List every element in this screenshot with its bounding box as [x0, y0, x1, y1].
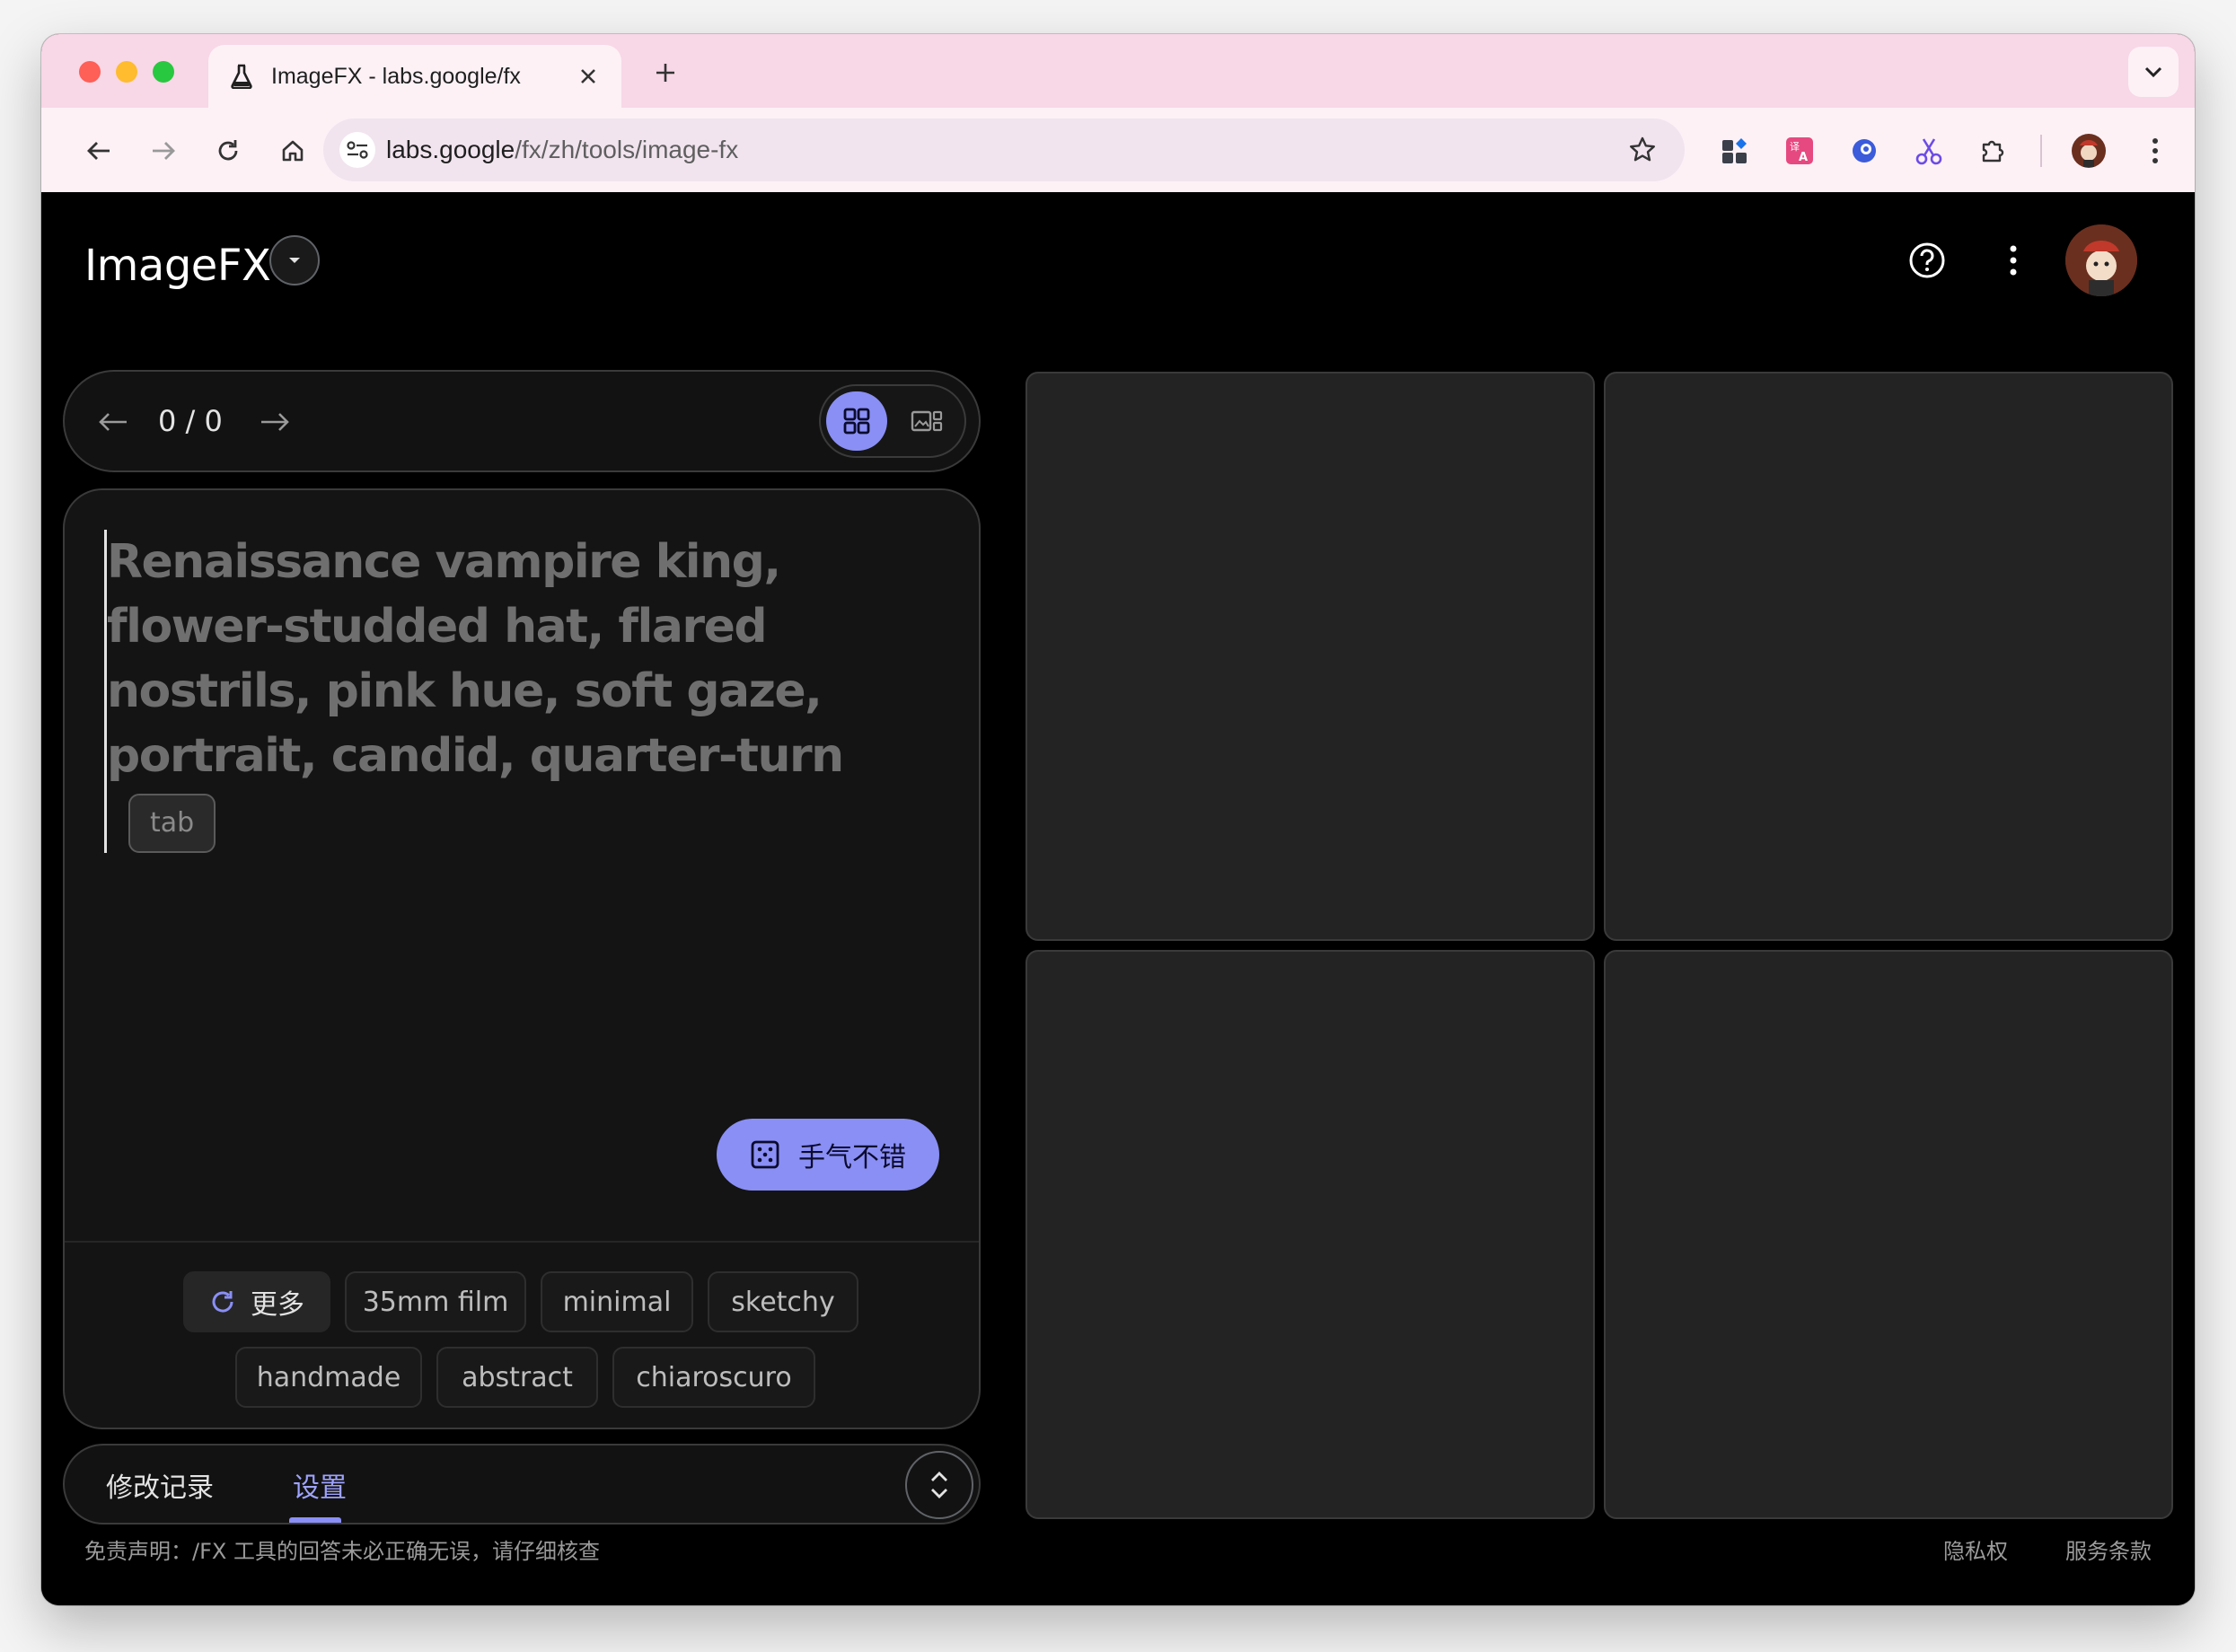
style-chip[interactable]: 35mm film [345, 1271, 526, 1332]
imagefx-app: ImageFX 0 / 0 Renaissance vampire king, … [41, 192, 2195, 1605]
tab-history[interactable]: 修改记录 [106, 1465, 214, 1505]
feeling-lucky-label: 手气不错 [798, 1142, 906, 1173]
tab-settings[interactable]: 设置 [293, 1465, 347, 1505]
close-icon[interactable] [575, 63, 602, 90]
maximize-window-button[interactable] [153, 61, 174, 83]
style-chip[interactable]: handmade [235, 1347, 422, 1408]
active-tab-indicator [289, 1517, 341, 1523]
apps-extension-icon[interactable] [1710, 126, 1760, 176]
image-placeholder[interactable] [1026, 950, 1595, 1519]
style-chip[interactable]: abstract [436, 1347, 598, 1408]
view-toggle [819, 384, 966, 458]
disclaimer-text: 免责声明：/FX 工具的回答未必正确无误，请仔细核查 [84, 1539, 600, 1564]
url-text: labs.google/fx/zh/tools/image-fx [386, 136, 738, 164]
forward-arrow-icon[interactable] [248, 395, 302, 449]
prompt-placeholder: Renaissance vampire king, flower-studded… [107, 535, 844, 783]
url-path: /fx/zh/tools/image-fx [515, 136, 739, 163]
kebab-menu-icon[interactable] [2130, 126, 2180, 176]
kebab-menu-icon[interactable] [1985, 232, 2042, 289]
browser-toolbar: labs.google/fx/zh/tools/image-fx 译A [41, 108, 2195, 193]
single-view-icon[interactable] [896, 391, 957, 451]
style-chip[interactable]: sketchy [708, 1271, 858, 1332]
browser-tab-active[interactable]: ImageFX - labs.google/fx [208, 45, 621, 108]
plus-icon[interactable] [643, 50, 688, 95]
feeling-lucky-button[interactable]: 手气不错 [717, 1119, 939, 1191]
profile-avatar[interactable] [2064, 126, 2114, 176]
more-label: 更多 [251, 1289, 304, 1321]
svg-text:A: A [1799, 151, 1808, 164]
tab-strip: ImageFX - labs.google/fx [41, 34, 2195, 108]
style-chip[interactable]: chiaroscuro [612, 1347, 815, 1408]
tab-title: ImageFX - labs.google/fx [271, 63, 521, 89]
dice-icon [751, 1140, 779, 1169]
help-icon[interactable] [1898, 232, 1956, 289]
image-placeholder[interactable] [1026, 372, 1595, 941]
grid-view-icon[interactable] [826, 391, 887, 451]
expand-icon[interactable] [905, 1451, 973, 1519]
caret-down-icon [289, 258, 300, 263]
minimize-window-button[interactable] [116, 61, 137, 83]
forward-arrow-icon[interactable] [138, 126, 189, 176]
assistant-extension-icon[interactable] [1839, 126, 1889, 176]
back-arrow-icon[interactable] [86, 395, 140, 449]
style-chip[interactable]: minimal [541, 1271, 693, 1332]
page-count: 0 / 0 [158, 404, 223, 438]
puzzle-icon[interactable] [1968, 126, 2019, 176]
image-placeholder[interactable] [1604, 950, 2173, 1519]
home-icon[interactable] [268, 126, 318, 176]
url-host: labs.google [386, 136, 515, 163]
chevron-down-icon[interactable] [2128, 47, 2179, 97]
app-switcher-button[interactable] [269, 235, 320, 286]
toolbar-separator [2040, 135, 2042, 167]
terms-link[interactable]: 服务条款 [2065, 1533, 2152, 1565]
more-styles-button[interactable]: 更多 [183, 1271, 330, 1332]
translate-extension-icon[interactable]: 译A [1774, 126, 1825, 176]
avatar[interactable] [2065, 224, 2137, 296]
app-logo: ImageFX [84, 241, 271, 291]
privacy-link[interactable]: 隐私权 [1943, 1533, 2008, 1565]
prompt-input[interactable]: Renaissance vampire king, flower-studded… [104, 530, 933, 853]
window-controls [79, 61, 174, 83]
divider [65, 1241, 979, 1243]
pager-bar: 0 / 0 [63, 370, 981, 472]
image-placeholder[interactable] [1604, 372, 2173, 941]
panel-tabs: 修改记录 设置 [63, 1444, 981, 1525]
prompt-card: Renaissance vampire king, flower-studded… [63, 488, 981, 1429]
scissors-extension-icon[interactable] [1904, 126, 1954, 176]
back-arrow-icon[interactable] [74, 126, 124, 176]
browser-window: ImageFX - labs.google/fx labs.google/fx/… [41, 34, 2195, 1605]
close-window-button[interactable] [79, 61, 101, 83]
tab-hint-badge: tab [128, 794, 216, 853]
reload-icon[interactable] [203, 126, 253, 176]
flask-icon [228, 63, 255, 90]
address-bar[interactable]: labs.google/fx/zh/tools/image-fx [323, 119, 1685, 181]
refresh-icon [212, 1291, 233, 1313]
star-icon[interactable] [1624, 131, 1661, 169]
site-settings-icon[interactable] [339, 132, 375, 168]
